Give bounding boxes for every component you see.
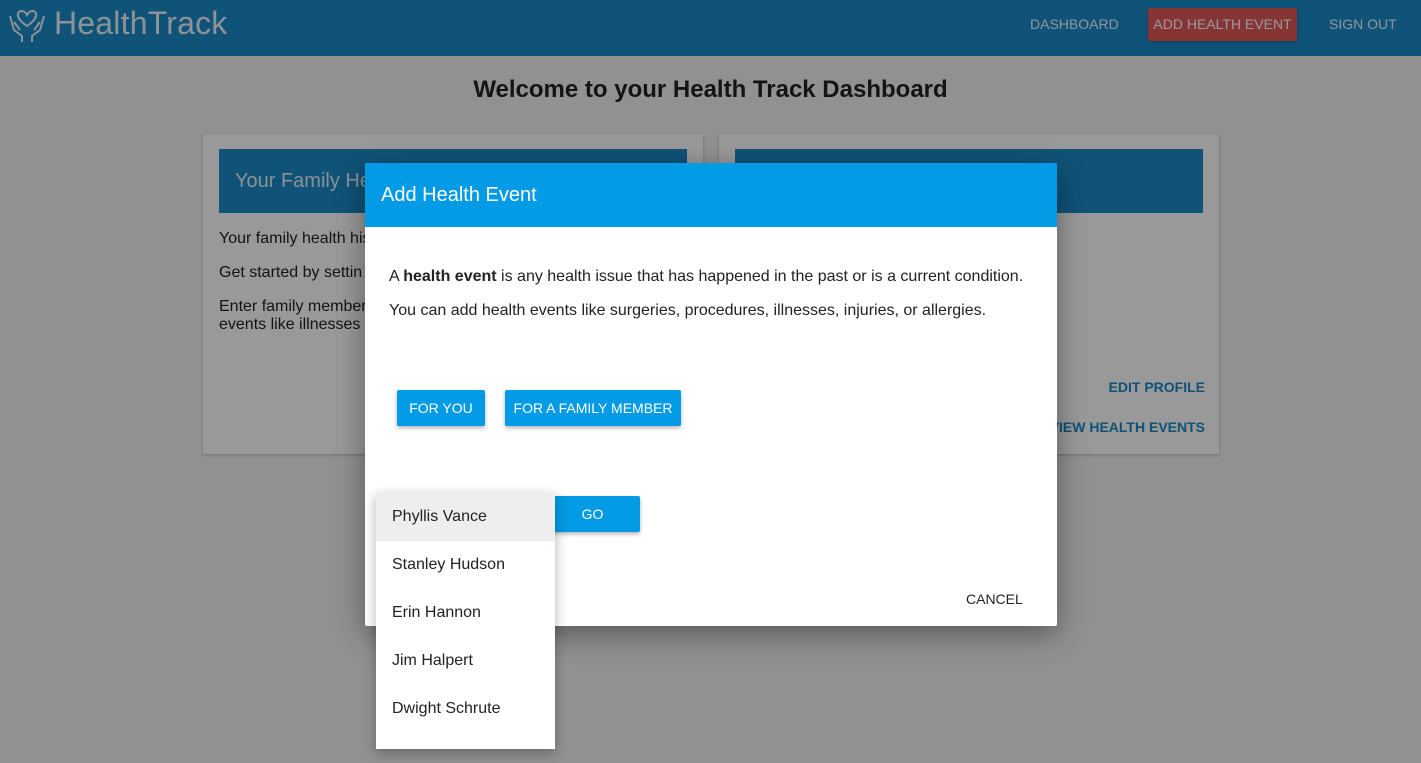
for-family-member-button[interactable]: FOR A FAMILY MEMBER [505,390,681,426]
cancel-button[interactable]: CANCEL [966,591,1023,607]
description-prefix: A [389,268,404,285]
dropdown-option[interactable]: Erin Hannon [376,589,555,637]
family-member-dropdown: Phyllis Vance Stanley Hudson Erin Hannon… [376,493,555,749]
dropdown-option[interactable]: Dwight Schrute [376,685,555,733]
dropdown-option[interactable]: Jim Halpert [376,637,555,685]
for-you-button[interactable]: FOR YOU [397,390,485,426]
dialog-description: A health event is any health issue that … [389,268,1023,286]
dropdown-option[interactable]: Phyllis Vance [376,493,555,541]
go-button[interactable]: GO [545,496,640,532]
dialog-title: Add Health Event [365,163,1057,227]
description-suffix: is any health issue that has happened in… [496,268,1024,285]
dialog-examples: You can add health events like surgeries… [389,302,987,319]
description-term: health event [403,268,497,285]
dropdown-option[interactable]: Stanley Hudson [376,541,555,589]
